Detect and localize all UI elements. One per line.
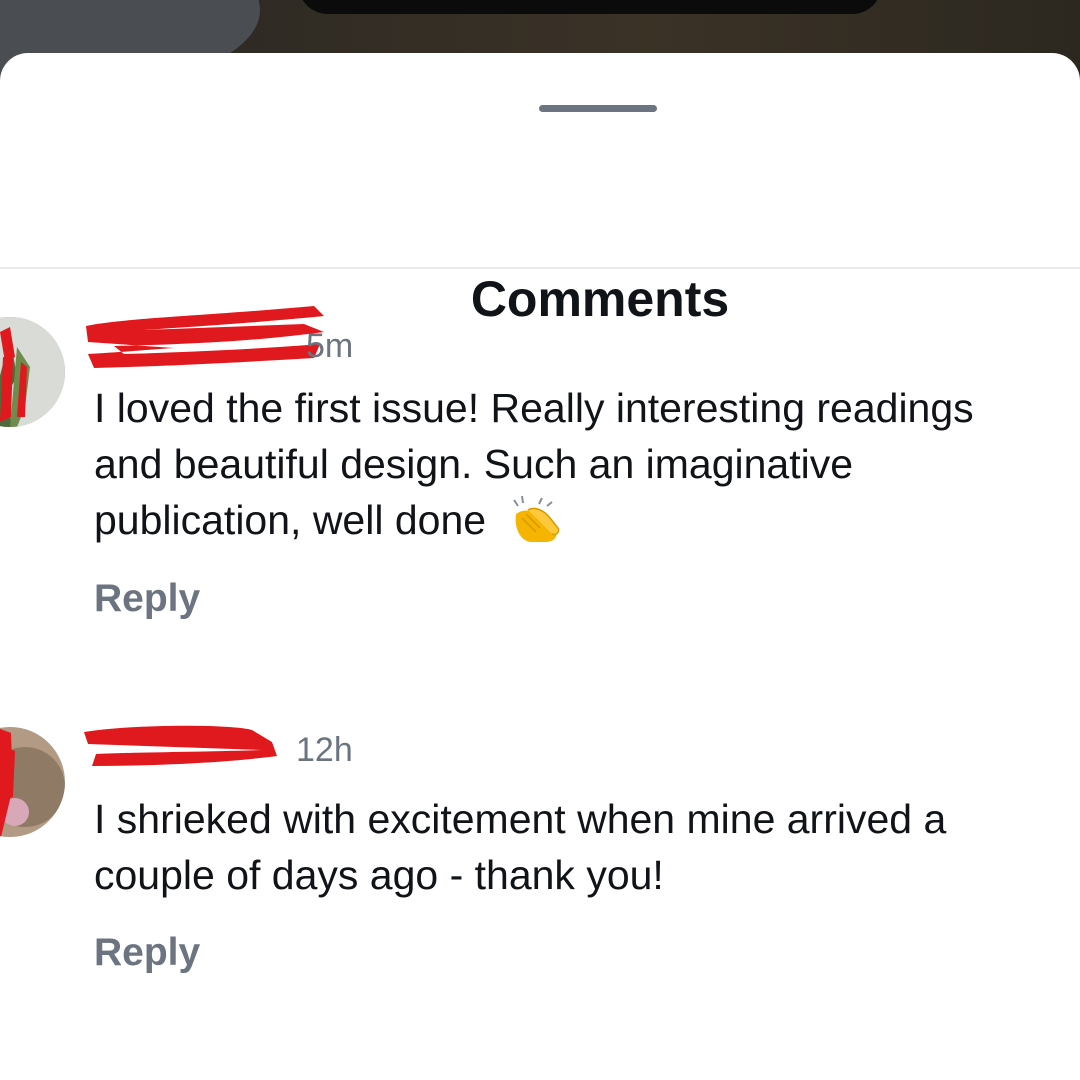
comment-text: I loved the first issue! Really interest… xyxy=(94,380,1034,548)
avatar-image xyxy=(0,317,65,427)
avatar-image xyxy=(0,727,65,837)
comment-timestamp: 12h xyxy=(296,731,353,769)
author-redaction xyxy=(84,725,277,766)
sheet-header: Comments xyxy=(0,161,1080,327)
comment-meta: 12h xyxy=(84,725,492,774)
comment-text: I shrieked with excitement when mine arr… xyxy=(94,796,947,898)
avatar[interactable] xyxy=(0,727,65,837)
reply-button[interactable]: Reply xyxy=(94,576,200,622)
comments-sheet: Comments 5m I loved the first issue! Rea… xyxy=(0,53,1080,1080)
header-divider xyxy=(0,267,1080,269)
screen: Comments 5m I loved the first issue! Rea… xyxy=(0,0,1080,1080)
avatar[interactable] xyxy=(0,317,65,427)
reply-button[interactable]: Reply xyxy=(94,930,200,976)
phone-notch xyxy=(298,0,882,14)
comment-meta: 5m xyxy=(86,306,492,370)
author-redaction xyxy=(86,306,324,368)
sheet-grabber-handle[interactable] xyxy=(539,105,657,112)
clapping-hands-icon xyxy=(506,492,562,542)
comment-timestamp: 5m xyxy=(306,327,354,365)
